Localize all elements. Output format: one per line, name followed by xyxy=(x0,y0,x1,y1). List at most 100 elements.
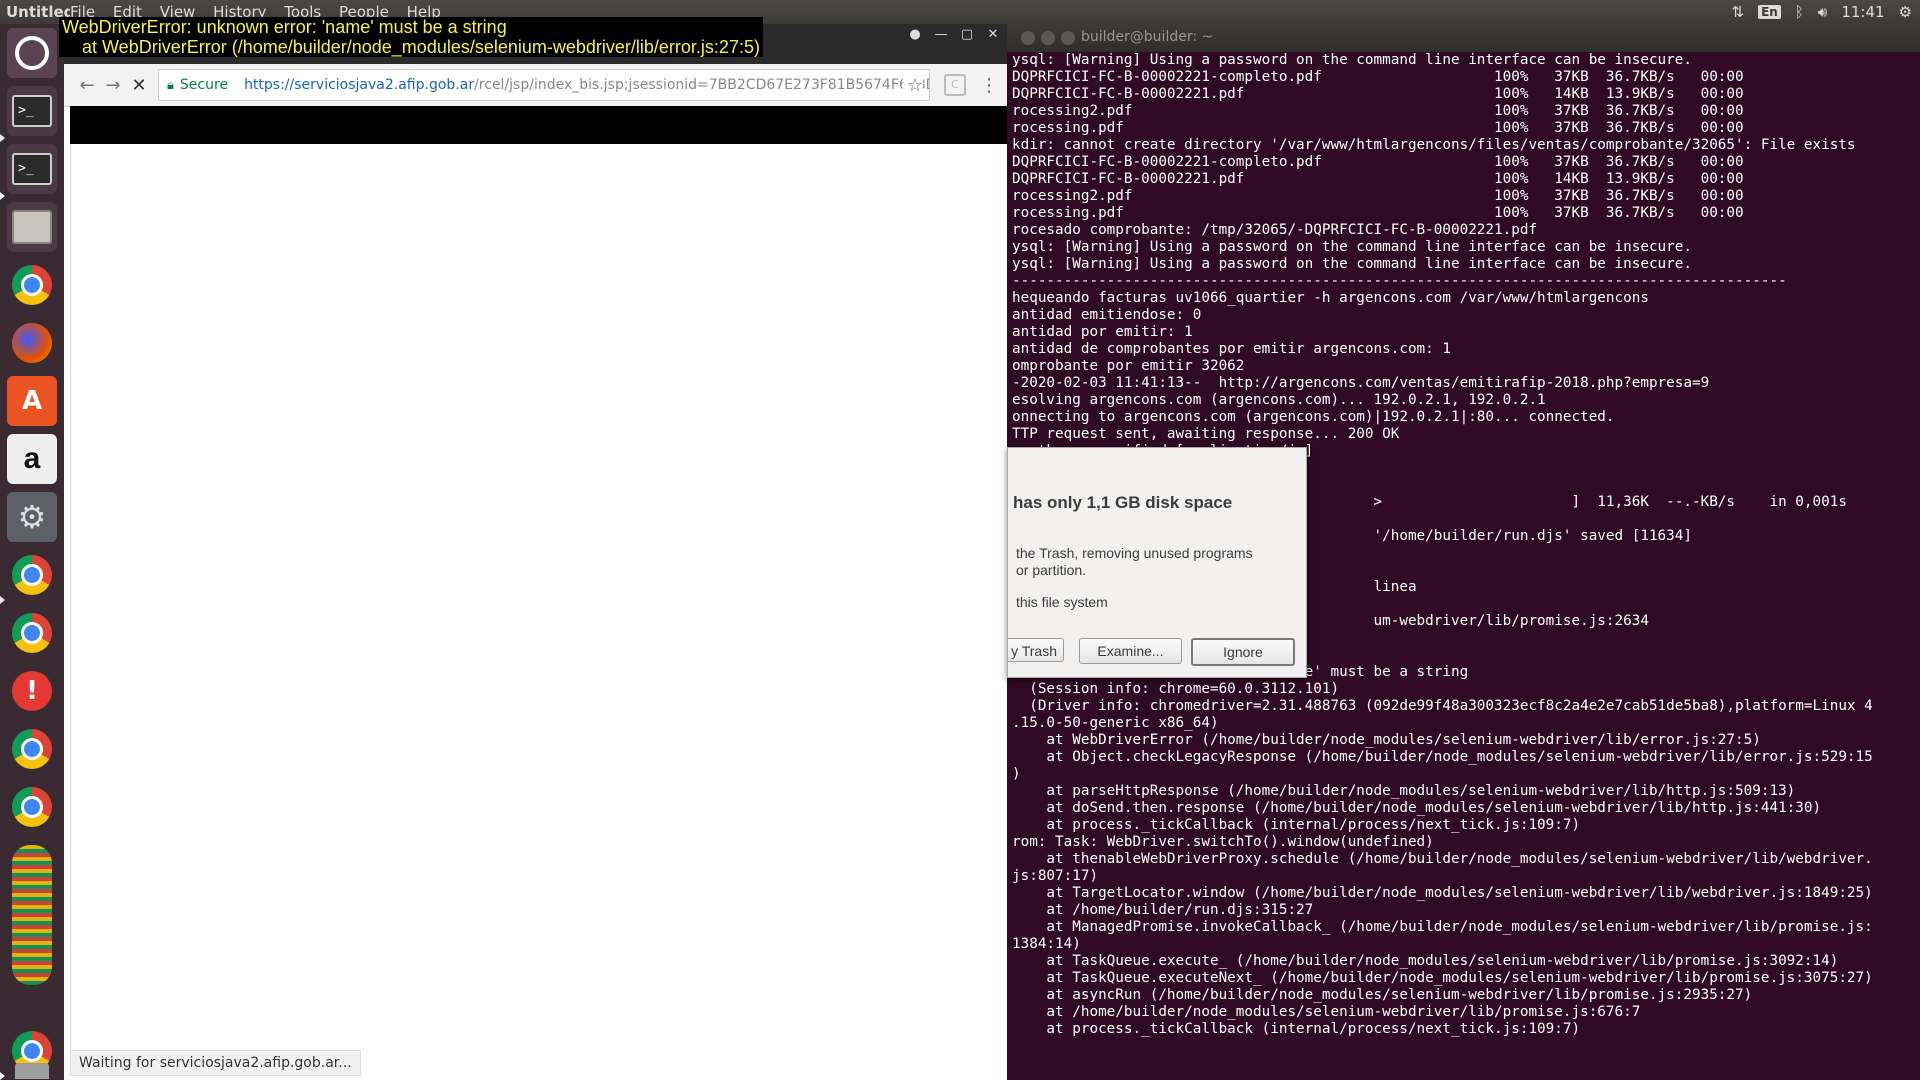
chrome-icon[interactable] xyxy=(7,260,57,310)
terminal-line: at WebDriverError (/home/builder/node_mo… xyxy=(1012,732,1761,748)
bluetooth-icon[interactable]: ᛒ xyxy=(1795,3,1804,21)
terminal-line: rom: Task: WebDriver.switchTo().window(u… xyxy=(1012,834,1434,850)
terminal-line: rocessing2.pdf 100% 37KB 36.7KB/s 00:00 xyxy=(1012,188,1744,204)
error-line-2: at WebDriverError (/home/builder/node_mo… xyxy=(62,37,760,57)
address-bar[interactable]: 🔒︎ Secure https://serviciosjava2.afip.go… xyxy=(158,69,930,101)
terminal-line: ysql: [Warning] Using a password on the … xyxy=(1012,256,1692,272)
terminal-line: at process._tickCallback (internal/proce… xyxy=(1012,1021,1581,1037)
terminal-line: .15.0-50-generic x86_64) xyxy=(1012,715,1219,731)
terminal-line: at doSend.then.response (/home/builder/n… xyxy=(1012,800,1822,816)
low-disk-space-dialog: has only 1,1 GB disk space the Trash, re… xyxy=(1007,447,1307,678)
error-overlay: WebDriverError: unknown error: 'name' mu… xyxy=(59,17,763,57)
page-header-bar xyxy=(70,106,1007,144)
terminal-line: ----------------------------------------… xyxy=(1012,273,1787,289)
examine-button[interactable]: Examine... xyxy=(1079,638,1182,664)
update-alert-icon[interactable]: ! xyxy=(7,666,57,716)
terminal-line: antidad de comprobantes por emitir argen… xyxy=(1012,341,1451,357)
terminal-icon[interactable]: >_ xyxy=(7,86,57,136)
bookmark-star-icon[interactable]: ☆ xyxy=(902,74,923,96)
terminal-line: ysql: [Warning] Using a password on the … xyxy=(1012,52,1692,68)
terminal-line: esolving argencons.com (argencons.com)..… xyxy=(1012,392,1546,408)
terminal-line: 1384:14) xyxy=(1012,936,1081,952)
network-icon[interactable]: ⇅ xyxy=(1732,3,1745,21)
terminal-line: omprobante por emitir 32062 xyxy=(1012,358,1245,374)
terminal-line: rocessing.pdf 100% 37KB 36.7KB/s 00:00 xyxy=(1012,120,1744,136)
terminal-line: at Object.checkLegacyResponse (/home/bui… xyxy=(1012,749,1873,765)
chrome-icon[interactable] xyxy=(7,608,57,658)
terminal-line: ysql: [Warning] Using a password on the … xyxy=(1012,239,1692,255)
browser-toolbar: ← → ✕ 🔒︎ Secure https://serviciosjava2.a… xyxy=(64,64,1007,107)
window-controls: ● — ▢ ✕ xyxy=(905,26,1003,44)
terminal-line: at asyncRun (/home/builder/node_modules/… xyxy=(1012,987,1753,1003)
terminal-line: (Session info: chrome=60.0.3112.101) xyxy=(1012,681,1340,697)
terminal-line: DQPRFCICI-FC-B-00002221.pdf 100% 14KB 13… xyxy=(1012,86,1744,102)
terminal-line: at thenableWebDriverProxy.schedule (/hom… xyxy=(1012,851,1873,867)
terminal-line: -2020-02-03 11:41:13-- http://argencons.… xyxy=(1012,375,1710,391)
indicator-area: ⇅ En ᛒ 🔊︎ 11:41 ⚙ xyxy=(1732,0,1920,24)
chrome-icon[interactable] xyxy=(7,724,57,774)
terminal-line: hequeando facturas uv1066_quartier -h ar… xyxy=(1012,290,1649,306)
ignore-button[interactable]: Ignore xyxy=(1191,638,1295,666)
terminal-line: at process._tickCallback (internal/proce… xyxy=(1012,817,1581,833)
terminal-line: at ManagedPromise.invokeCallback_ (/home… xyxy=(1012,919,1873,935)
maximize-icon[interactable]: ▢ xyxy=(957,26,977,44)
dialog-title: has only 1,1 GB disk space xyxy=(1013,493,1233,512)
trash-icon[interactable] xyxy=(7,1062,57,1080)
menu-kebab-icon[interactable]: ⋮ xyxy=(980,75,998,96)
terminal-titlebar: builder@builder: ~ xyxy=(1007,24,1920,52)
software-center-icon[interactable]: A xyxy=(7,376,57,426)
back-icon[interactable]: ← xyxy=(74,75,100,96)
terminal-line: DQPRFCICI-FC-B-00002221.pdf 100% 14KB 13… xyxy=(1012,171,1744,187)
chrome-icon[interactable] xyxy=(7,550,57,600)
firefox-icon[interactable] xyxy=(7,318,57,368)
file-manager-icon[interactable] xyxy=(7,202,57,252)
ubuntu-dash-icon[interactable] xyxy=(7,28,57,78)
system-settings-icon[interactable]: ⚙ xyxy=(7,492,57,542)
terminal-line: antidad por emitir: 1 xyxy=(1012,324,1193,340)
terminal-line: rocessing.pdf 100% 37KB 36.7KB/s 00:00 xyxy=(1012,205,1744,221)
empty-trash-button[interactable]: y Trash xyxy=(1008,638,1064,662)
page-content xyxy=(70,144,1008,1074)
terminal-title: builder@builder: ~ xyxy=(1081,29,1214,45)
stop-icon[interactable]: ✕ xyxy=(126,75,152,96)
error-line-1: WebDriverError: unknown error: 'name' mu… xyxy=(62,17,507,37)
terminal-line: at TargetLocator.window (/home/builder/n… xyxy=(1012,885,1873,901)
extension-icon[interactable]: C xyxy=(944,74,966,96)
dialog-body: the Trash, removing unused programs or p… xyxy=(1016,545,1253,579)
minimize-icon[interactable] xyxy=(1041,31,1055,45)
terminal-line: at /home/builder/run.djs:315:27 xyxy=(1012,902,1314,918)
dialog-body-line: or partition. xyxy=(1016,562,1087,578)
gear-icon[interactable]: ⚙ xyxy=(1899,3,1912,21)
clock[interactable]: 11:41 xyxy=(1841,3,1884,21)
close-icon[interactable]: ✕ xyxy=(983,26,1003,44)
forward-icon[interactable]: → xyxy=(100,75,126,96)
url-path: /rcel/jsp/index_bis.jsp;jsessionid=7BB2C… xyxy=(474,77,930,93)
terminal-line: kdir: cannot create directory '/var/www/… xyxy=(1012,137,1856,153)
terminal-line: at parseHttpResponse (/home/builder/node… xyxy=(1012,783,1796,799)
keyboard-layout-indicator[interactable]: En xyxy=(1758,5,1781,19)
terminal-line: rocessing2.pdf 100% 37KB 36.7KB/s 00:00 xyxy=(1012,103,1744,119)
lock-icon: 🔒︎ xyxy=(167,77,174,93)
maximize-icon[interactable] xyxy=(1061,31,1075,45)
chrome-window: ● — ▢ ✕ ← → ✕ 🔒︎ Secure https://servicio… xyxy=(64,24,1008,1080)
secure-label: Secure xyxy=(179,77,229,93)
terminal-line: at /home/builder/node_modules/selenium-w… xyxy=(1012,1004,1641,1020)
terminal-line: at TaskQueue.execute_ (/home/builder/nod… xyxy=(1012,953,1839,969)
terminal-line: rocesado comprobante: /tmp/32065/-DQPRFC… xyxy=(1012,222,1538,238)
terminal-line: at TaskQueue.executeNext_ (/home/builder… xyxy=(1012,970,1873,986)
dialog-filesystem-option[interactable]: this file system xyxy=(1016,594,1108,610)
status-bubble: Waiting for serviciosjava2.afip.gob.ar..… xyxy=(70,1050,361,1076)
profile-icon[interactable]: ● xyxy=(905,26,925,44)
terminal-line: TTP request sent, awaiting response... 2… xyxy=(1012,426,1400,442)
chrome-icon[interactable] xyxy=(7,782,57,832)
volume-icon[interactable]: 🔊︎ xyxy=(1818,3,1827,21)
close-icon[interactable] xyxy=(1021,31,1035,45)
terminal-icon[interactable]: >_ xyxy=(7,144,57,194)
amazon-icon[interactable]: a xyxy=(7,434,57,484)
terminal-line: antidad emitiendose: 0 xyxy=(1012,307,1202,323)
terminal-line: (Driver info: chromedriver=2.31.488763 (… xyxy=(1012,698,1873,714)
minimize-icon[interactable]: — xyxy=(931,26,951,44)
launcher: >_ >_ A a ⚙ ! xyxy=(0,24,65,1080)
terminal-line: js:807:17) xyxy=(1012,868,1099,884)
chrome-stack-icon[interactable] xyxy=(7,840,57,990)
